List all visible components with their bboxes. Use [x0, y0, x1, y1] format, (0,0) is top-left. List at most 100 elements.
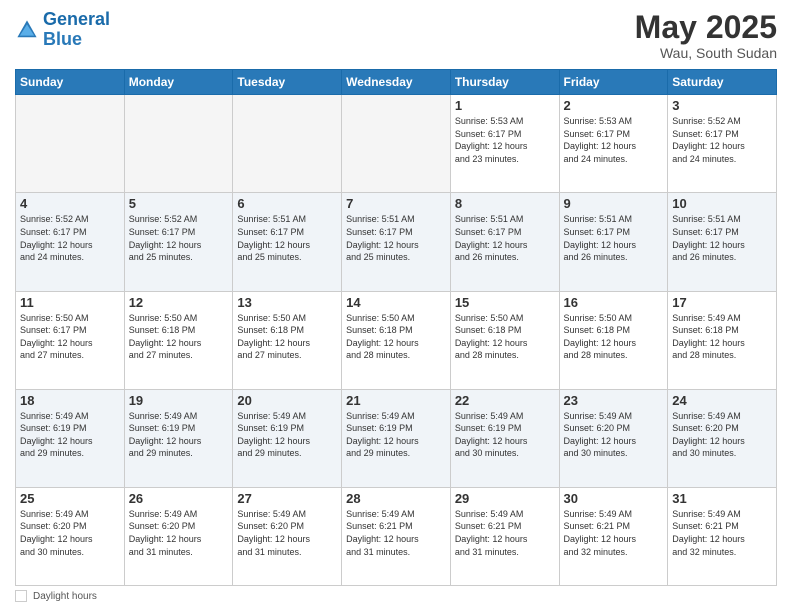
day-number: 9 — [564, 196, 664, 211]
day-number: 13 — [237, 295, 337, 310]
weekday-header-saturday: Saturday — [668, 70, 777, 95]
month-title: May 2025 — [635, 10, 777, 45]
day-number: 10 — [672, 196, 772, 211]
calendar-cell: 9 Sunrise: 5:51 AMSunset: 6:17 PMDaylight… — [559, 193, 668, 291]
daylight-label: Daylight hours — [33, 591, 97, 602]
day-info: Sunrise: 5:52 AMSunset: 6:17 PMDaylight:… — [672, 115, 772, 165]
day-info: Sunrise: 5:49 AMSunset: 6:19 PMDaylight:… — [455, 410, 555, 460]
day-number: 3 — [672, 98, 772, 113]
week-row-4: 18 Sunrise: 5:49 AMSunset: 6:19 PMDayligh… — [16, 389, 777, 487]
calendar-cell: 30 Sunrise: 5:49 AMSunset: 6:21 PMDayligh… — [559, 487, 668, 585]
header: General Blue May 2025 Wau, South Sudan — [15, 10, 777, 61]
title-block: May 2025 Wau, South Sudan — [635, 10, 777, 61]
calendar-cell: 29Sunrise: 5:49 AMSunset: 6:21 PMDayligh… — [450, 487, 559, 585]
calendar-cell: 6 Sunrise: 5:51 AMSunset: 6:17 PMDaylight… — [233, 193, 342, 291]
day-info: Sunrise: 5:52 AMSunset: 6:17 PMDaylight:… — [20, 213, 120, 263]
calendar-cell: 7Sunrise: 5:51 AMSunset: 6:17 PMDaylight… — [342, 193, 451, 291]
week-row-1: 1 Sunrise: 5:53 AMSunset: 6:17 PMDaylight… — [16, 95, 777, 193]
calendar-cell: 1 Sunrise: 5:53 AMSunset: 6:17 PMDaylight… — [450, 95, 559, 193]
day-number: 26 — [129, 491, 229, 506]
day-number: 15 — [455, 295, 555, 310]
day-number: 19 — [129, 393, 229, 408]
day-number: 4 — [20, 196, 120, 211]
week-row-3: 11 Sunrise: 5:50 AMSunset: 6:17 PMDayligh… — [16, 291, 777, 389]
calendar-cell: 10Sunrise: 5:51 AMSunset: 6:17 PMDayligh… — [668, 193, 777, 291]
day-number: 1 — [455, 98, 555, 113]
daylight-box-icon — [15, 590, 27, 602]
calendar-cell — [233, 95, 342, 193]
page: General Blue May 2025 Wau, South Sudan S… — [0, 0, 792, 612]
day-info: Sunrise: 5:49 AMSunset: 6:20 PMDaylight:… — [20, 508, 120, 558]
footer: Daylight hours — [15, 590, 777, 602]
calendar-cell: 5 Sunrise: 5:52 AMSunset: 6:17 PMDaylight… — [124, 193, 233, 291]
day-info: Sunrise: 5:52 AMSunset: 6:17 PMDaylight:… — [129, 213, 229, 263]
calendar-cell: 17 Sunrise: 5:49 AMSunset: 6:18 PMDayligh… — [668, 291, 777, 389]
day-number: 24 — [672, 393, 772, 408]
weekday-header-tuesday: Tuesday — [233, 70, 342, 95]
day-info: Sunrise: 5:49 AMSunset: 6:21 PMDaylight:… — [564, 508, 664, 558]
day-info: Sunrise: 5:51 AMSunset: 6:17 PMDaylight:… — [564, 213, 664, 263]
logo: General Blue — [15, 10, 110, 50]
day-info: Sunrise: 5:49 AMSunset: 6:21 PMDaylight:… — [455, 508, 555, 558]
day-info: Sunrise: 5:51 AMSunset: 6:17 PMDaylight:… — [237, 213, 337, 263]
calendar-cell — [124, 95, 233, 193]
day-info: Sunrise: 5:51 AMSunset: 6:17 PMDaylight:… — [455, 213, 555, 263]
day-info: Sunrise: 5:49 AMSunset: 6:19 PMDaylight:… — [129, 410, 229, 460]
day-info: Sunrise: 5:50 AMSunset: 6:18 PMDaylight:… — [237, 312, 337, 362]
day-number: 22 — [455, 393, 555, 408]
calendar-cell: 11 Sunrise: 5:50 AMSunset: 6:17 PMDayligh… — [16, 291, 125, 389]
calendar-cell: 20 Sunrise: 5:49 AMSunset: 6:19 PMDayligh… — [233, 389, 342, 487]
calendar-cell: 28Sunrise: 5:49 AMSunset: 6:21 PMDayligh… — [342, 487, 451, 585]
weekday-header-friday: Friday — [559, 70, 668, 95]
day-info: Sunrise: 5:50 AMSunset: 6:18 PMDaylight:… — [455, 312, 555, 362]
day-number: 12 — [129, 295, 229, 310]
day-number: 20 — [237, 393, 337, 408]
calendar-cell: 14 Sunrise: 5:50 AMSunset: 6:18 PMDayligh… — [342, 291, 451, 389]
day-info: Sunrise: 5:49 AMSunset: 6:19 PMDaylight:… — [20, 410, 120, 460]
day-info: Sunrise: 5:50 AMSunset: 6:18 PMDaylight:… — [129, 312, 229, 362]
day-info: Sunrise: 5:49 AMSunset: 6:18 PMDaylight:… — [672, 312, 772, 362]
weekday-header-monday: Monday — [124, 70, 233, 95]
calendar-cell: 21Sunrise: 5:49 AMSunset: 6:19 PMDayligh… — [342, 389, 451, 487]
day-info: Sunrise: 5:49 AMSunset: 6:19 PMDaylight:… — [237, 410, 337, 460]
weekday-header-thursday: Thursday — [450, 70, 559, 95]
calendar-cell: 4 Sunrise: 5:52 AMSunset: 6:17 PMDaylight… — [16, 193, 125, 291]
day-number: 30 — [564, 491, 664, 506]
day-number: 5 — [129, 196, 229, 211]
calendar-cell: 22 Sunrise: 5:49 AMSunset: 6:19 PMDayligh… — [450, 389, 559, 487]
day-number: 11 — [20, 295, 120, 310]
day-number: 16 — [564, 295, 664, 310]
weekday-header-sunday: Sunday — [16, 70, 125, 95]
day-info: Sunrise: 5:51 AMSunset: 6:17 PMDaylight:… — [346, 213, 446, 263]
day-info: Sunrise: 5:53 AMSunset: 6:17 PMDaylight:… — [455, 115, 555, 165]
calendar-cell: 31 Sunrise: 5:49 AMSunset: 6:21 PMDayligh… — [668, 487, 777, 585]
day-number: 31 — [672, 491, 772, 506]
day-info: Sunrise: 5:49 AMSunset: 6:19 PMDaylight:… — [346, 410, 446, 460]
calendar-cell: 15 Sunrise: 5:50 AMSunset: 6:18 PMDayligh… — [450, 291, 559, 389]
calendar: SundayMondayTuesdayWednesdayThursdayFrid… — [15, 69, 777, 586]
calendar-cell — [342, 95, 451, 193]
day-number: 6 — [237, 196, 337, 211]
logo-text: General Blue — [43, 10, 110, 50]
day-number: 27 — [237, 491, 337, 506]
day-info: Sunrise: 5:49 AMSunset: 6:20 PMDaylight:… — [672, 410, 772, 460]
day-info: Sunrise: 5:53 AMSunset: 6:17 PMDaylight:… — [564, 115, 664, 165]
calendar-cell: 13 Sunrise: 5:50 AMSunset: 6:18 PMDayligh… — [233, 291, 342, 389]
location-title: Wau, South Sudan — [635, 45, 777, 61]
calendar-cell: 25 Sunrise: 5:49 AMSunset: 6:20 PMDayligh… — [16, 487, 125, 585]
day-info: Sunrise: 5:50 AMSunset: 6:18 PMDaylight:… — [346, 312, 446, 362]
calendar-cell: 3 Sunrise: 5:52 AMSunset: 6:17 PMDaylight… — [668, 95, 777, 193]
day-info: Sunrise: 5:49 AMSunset: 6:21 PMDaylight:… — [672, 508, 772, 558]
day-info: Sunrise: 5:50 AMSunset: 6:17 PMDaylight:… — [20, 312, 120, 362]
calendar-cell: 12 Sunrise: 5:50 AMSunset: 6:18 PMDayligh… — [124, 291, 233, 389]
day-number: 14 — [346, 295, 446, 310]
day-number: 28 — [346, 491, 446, 506]
day-number: 25 — [20, 491, 120, 506]
day-info: Sunrise: 5:49 AMSunset: 6:20 PMDaylight:… — [564, 410, 664, 460]
calendar-cell: 23Sunrise: 5:49 AMSunset: 6:20 PMDayligh… — [559, 389, 668, 487]
calendar-cell: 19 Sunrise: 5:49 AMSunset: 6:19 PMDayligh… — [124, 389, 233, 487]
day-number: 17 — [672, 295, 772, 310]
calendar-cell: 2Sunrise: 5:53 AMSunset: 6:17 PMDaylight… — [559, 95, 668, 193]
calendar-cell: 27Sunrise: 5:49 AMSunset: 6:20 PMDayligh… — [233, 487, 342, 585]
day-number: 18 — [20, 393, 120, 408]
